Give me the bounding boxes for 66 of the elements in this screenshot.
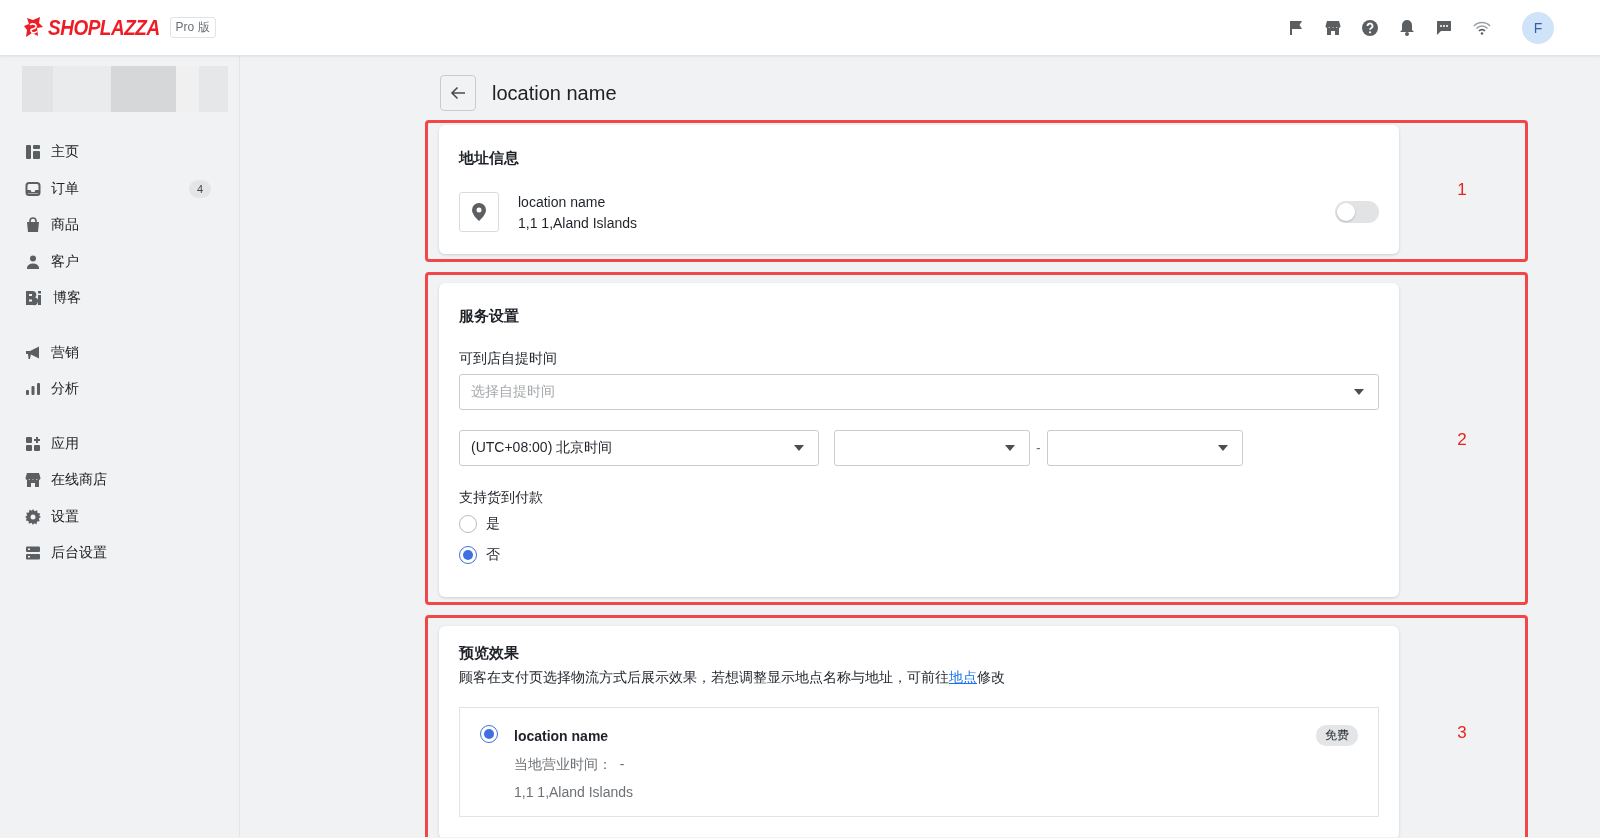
blog-icon: [25, 290, 43, 307]
location-address: 1,1 1,Aland Islands: [514, 784, 635, 800]
storefront-icon: [25, 472, 41, 489]
person-icon: [25, 253, 41, 270]
card-title: 地址信息: [459, 149, 520, 168]
location-name: location name: [518, 193, 607, 210]
radio-option[interactable]: 是: [459, 513, 1379, 535]
dashboard-icon: [25, 144, 41, 161]
location-link[interactable]: 地点: [949, 669, 977, 685]
toggle-switch[interactable]: [1335, 201, 1379, 223]
sidebar-item[interactable]: 在线商店: [12, 462, 227, 499]
megaphone-icon: [25, 344, 41, 361]
price-badge: 免费: [1316, 725, 1358, 746]
timezone-select[interactable]: (UTC+08:00) 北京时间: [459, 430, 819, 466]
settings-icon: [25, 508, 41, 525]
sidebar-item[interactable]: 设置: [12, 498, 227, 535]
apps-icon: [25, 435, 41, 452]
back-button[interactable]: [440, 75, 476, 111]
caret-icon: [1005, 445, 1015, 451]
card-title: 服务设置: [459, 307, 520, 326]
inbox-icon: [25, 180, 41, 197]
help-icon[interactable]: [1362, 19, 1378, 36]
bar-chart-icon: [25, 381, 41, 398]
logo-icon: [24, 16, 44, 39]
location-address: 1,1 1,Aland Islands: [518, 214, 638, 231]
plan-badge: Pro 版: [169, 17, 216, 38]
location-name: location name: [514, 727, 609, 744]
flag-icon[interactable]: [1288, 19, 1304, 36]
location-pin-icon: [459, 192, 499, 232]
brand-name: SHOPLAZZA: [48, 14, 160, 41]
sidebar-item[interactable]: 客户: [12, 243, 227, 280]
sidebar-item[interactable]: 商品: [12, 207, 227, 244]
field-label: 支持货到付款: [459, 489, 544, 507]
sidebar-item[interactable]: 后台设置: [12, 535, 227, 572]
caret-icon: [794, 445, 804, 451]
sidebar-item[interactable]: 分析: [12, 371, 227, 408]
sidebar-item[interactable]: 订单 4: [12, 170, 227, 207]
radio-button[interactable]: [459, 515, 477, 533]
start-time-select[interactable]: [834, 430, 1030, 466]
count-badge: 4: [188, 179, 211, 198]
radio-button[interactable]: [459, 546, 477, 564]
back-arrow-icon: [450, 86, 466, 100]
radio-option[interactable]: 否: [459, 544, 1379, 566]
annotation-number: 3: [1457, 722, 1467, 743]
caret-icon: [1217, 445, 1228, 451]
description-text: 顾客在支付页选择物流方式后展示效果，若想调整显示地点名称与地址，可前往地点修改: [459, 669, 1006, 687]
sidebar-item[interactable]: 营销: [12, 334, 227, 371]
annotation-number: 1: [1457, 179, 1467, 200]
business-hours: 当地营业时间： -: [514, 756, 626, 774]
card-title: 预览效果: [459, 644, 520, 663]
wifi-icon[interactable]: [1473, 20, 1491, 35]
shopping-bag-icon: [25, 217, 41, 234]
storefront-icon[interactable]: [1325, 19, 1341, 36]
user-avatar[interactable]: F: [1522, 11, 1554, 44]
page-title: location name: [492, 81, 617, 105]
caret-icon: [1354, 389, 1364, 395]
sidebar-item[interactable]: 主页: [12, 134, 227, 171]
server-icon: [25, 545, 41, 562]
radio-button[interactable]: [480, 725, 498, 743]
sidebar-item[interactable]: 应用: [12, 425, 227, 462]
chat-icon[interactable]: [1436, 19, 1452, 36]
bell-icon[interactable]: [1399, 19, 1415, 36]
field-label: 可到店自提时间: [459, 350, 558, 368]
range-separator: -: [1036, 440, 1041, 456]
sidebar-item[interactable]: 博客: [12, 280, 227, 317]
annotation-number: 2: [1457, 430, 1467, 450]
